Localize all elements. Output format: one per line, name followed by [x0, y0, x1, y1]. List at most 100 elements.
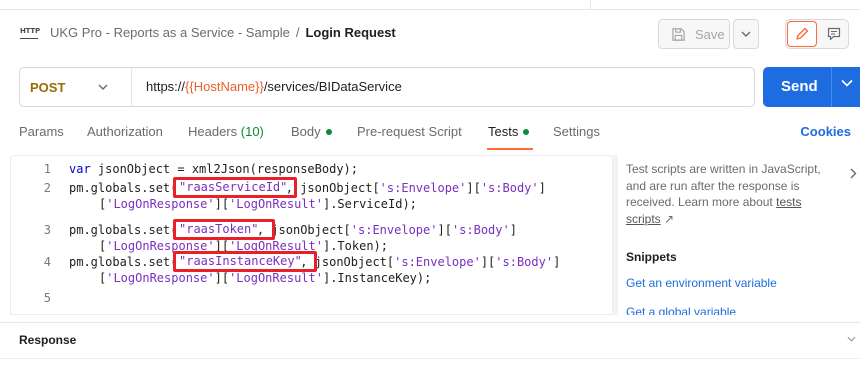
code-string: 'LogOnResult' — [229, 197, 323, 211]
code-string: 's:Body' — [451, 223, 510, 237]
highlighted-key: "raasInstanceKey" — [179, 254, 302, 268]
code-line-4-wrap: ['LogOnResponse']['LogOnResult'].Instanc… — [99, 270, 431, 286]
tab-headers[interactable]: Headers (10) — [188, 124, 264, 139]
highlighted-key: "raasServiceId" — [179, 180, 288, 194]
tab-divider — [590, 0, 591, 10]
cookies-link[interactable]: Cookies — [800, 124, 851, 139]
code-text: pm.globals.set( — [69, 223, 178, 237]
body-status-dot — [325, 128, 332, 135]
code-text: ] — [509, 223, 517, 237]
breadcrumb: UKG Pro - Reports as a Service - Sample /… — [50, 25, 396, 41]
tab-pre-request-script[interactable]: Pre-request Script — [357, 124, 462, 139]
request-header: HTTP UKG Pro - Reports as a Service - Sa… — [0, 10, 860, 56]
tab-params[interactable]: Params — [19, 124, 64, 139]
tests-status-dot — [523, 128, 530, 135]
code-text: ][ — [437, 223, 452, 237]
tab-settings[interactable]: Settings — [553, 124, 600, 139]
method-select[interactable]: POST — [20, 68, 132, 106]
test-snippets-panel: Test scripts are written in JavaScript, … — [626, 155, 860, 315]
url-variable: {{HostName}} — [185, 79, 264, 94]
highlight-box-service-id: "raasServiceId" — [173, 177, 297, 198]
highlight-box-token: "raasToken" — [173, 219, 275, 240]
tests-help-text: Test scripts are written in JavaScript, … — [626, 161, 831, 227]
chevron-down-icon[interactable] — [847, 336, 856, 342]
code-text: ][ — [214, 271, 230, 285]
tab-authorization[interactable]: Authorization — [87, 124, 163, 139]
code-text: ][ — [466, 181, 481, 195]
pencil-icon — [796, 27, 809, 40]
line-number: 1 — [43, 162, 51, 176]
external-link-icon: ↗ — [664, 211, 675, 226]
response-panel-header[interactable]: Response — [0, 322, 860, 358]
code-string: 's:Envelope' — [394, 255, 481, 269]
chevron-right-icon[interactable] — [850, 168, 857, 179]
active-tab-indicator — [487, 148, 533, 150]
code-line-2-wrap: ['LogOnResponse']['LogOnResult'].Service… — [99, 196, 417, 212]
code-text: ].InstanceKey); — [322, 271, 432, 285]
postman-window: HTTP UKG Pro - Reports as a Service - Sa… — [0, 0, 860, 370]
save-options-button[interactable] — [733, 19, 759, 49]
code-keyword: var — [69, 162, 91, 176]
code-string: 'LogOnResponse' — [106, 271, 215, 285]
method-label: POST — [30, 79, 66, 95]
breadcrumb-request-name[interactable]: Login Request — [305, 25, 395, 40]
chevron-down-icon — [741, 31, 751, 37]
editor-scrollbar[interactable] — [613, 155, 618, 315]
headers-count-badge: (10) — [240, 124, 264, 139]
chevron-down-icon[interactable] — [841, 79, 853, 87]
highlight-box-instance-key: "raasInstanceKey" — [173, 251, 317, 272]
code-line-2: pm.globals.set("raasServiceId", jsonObje… — [69, 180, 546, 196]
code-text: pm.globals.set( — [69, 255, 178, 269]
request-tabs: Params Authorization Headers (10) Body P… — [0, 118, 860, 150]
request-url-bar: POST https://{{HostName}}/services/BIDat… — [19, 67, 755, 107]
line-number: 4 — [43, 255, 51, 269]
code-string: 's:Body' — [495, 255, 554, 269]
line-number: 2 — [43, 181, 51, 195]
url-suffix: /services/BIDataService — [263, 79, 402, 94]
code-text: jsonObject = xml2Json(responseBody); — [90, 162, 358, 176]
send-divider — [831, 67, 832, 107]
save-icon — [672, 27, 685, 41]
url-prefix: https:// — [146, 79, 186, 94]
code-text: pm.globals.set( — [69, 181, 178, 195]
code-string: 's:Envelope' — [350, 223, 438, 237]
chevron-down-icon — [98, 84, 108, 90]
url-input[interactable]: https://{{HostName}}/services/BIDataServ… — [146, 79, 402, 94]
code-text: ] — [538, 181, 546, 195]
send-label: Send — [781, 78, 818, 95]
snippet-item[interactable]: Get a global variable — [626, 305, 736, 315]
code-text: ] — [553, 255, 561, 269]
response-title: Response — [19, 333, 77, 347]
code-text: ].ServiceId); — [322, 197, 417, 211]
line-number: 5 — [43, 291, 51, 305]
snippets-title: Snippets — [626, 250, 677, 264]
test-script-editor[interactable]: 1 2 3 4 5 var jsonObject = xml2Json(resp… — [10, 155, 613, 315]
tab-body[interactable]: Body — [291, 124, 332, 139]
code-text: ][ — [480, 255, 496, 269]
top-tab-strip — [0, 0, 860, 10]
code-line-3: pm.globals.set("raasToken", jsonObject['… — [69, 222, 517, 238]
code-string: 's:Envelope' — [379, 181, 467, 195]
code-string: 'LogOnResponse' — [106, 197, 215, 211]
documentation-mode-button[interactable] — [821, 21, 847, 47]
comment-icon — [827, 27, 841, 41]
line-number: 3 — [43, 223, 51, 237]
highlighted-key: "raasToken" — [179, 222, 259, 236]
http-request-icon: HTTP — [20, 27, 40, 39]
code-text: , jsonObject[ — [285, 181, 380, 195]
breadcrumb-separator: / — [295, 25, 300, 40]
code-text: ][ — [214, 197, 230, 211]
snippet-item[interactable]: Get an environment variable — [626, 276, 777, 290]
breadcrumb-collection[interactable]: UKG Pro - Reports as a Service - Sample — [50, 25, 290, 40]
code-string: 's:Body' — [480, 181, 539, 195]
code-text: ].Token); — [322, 239, 389, 253]
tab-body-label: Body — [291, 124, 321, 139]
code-line-1: var jsonObject = xml2Json(responseBody); — [69, 161, 358, 177]
save-button[interactable]: Save — [658, 19, 730, 49]
divider — [0, 358, 860, 359]
edit-mode-button[interactable] — [787, 21, 817, 47]
save-label: Save — [695, 26, 725, 42]
tab-headers-label: Headers — [188, 124, 238, 139]
send-button[interactable]: Send — [763, 67, 860, 107]
tab-tests[interactable]: Tests — [488, 124, 530, 139]
